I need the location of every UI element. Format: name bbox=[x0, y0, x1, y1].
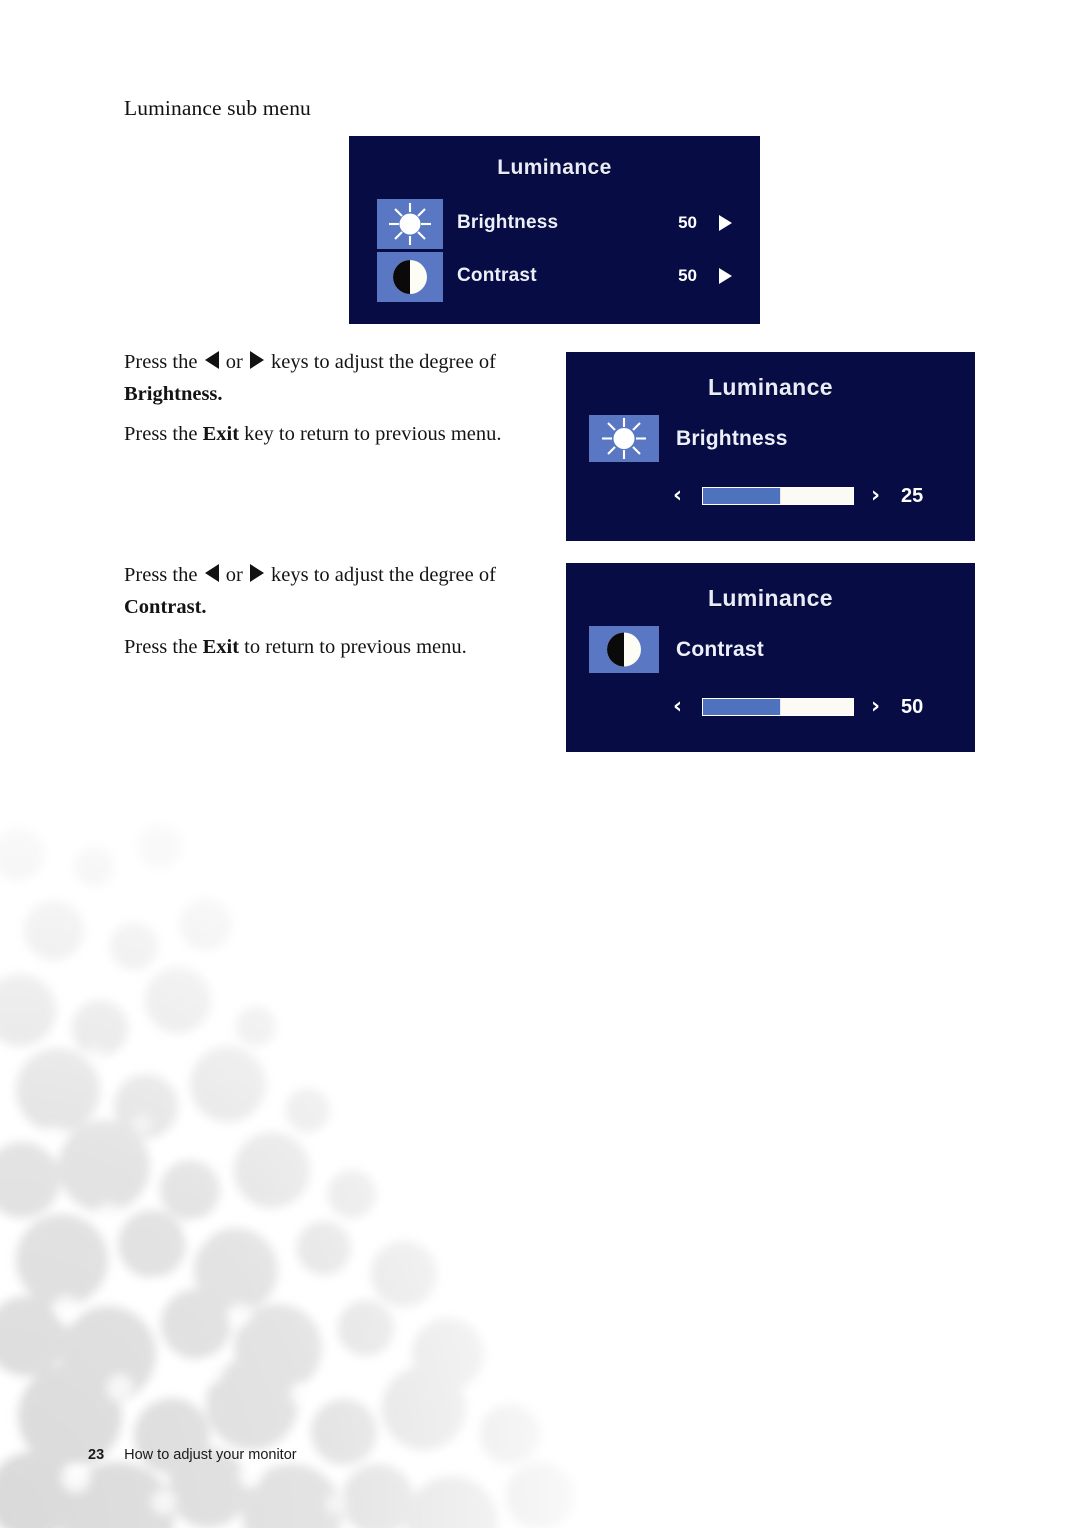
caret-right-icon[interactable] bbox=[719, 215, 732, 231]
manual-page: Luminance sub menu Luminance Brightness … bbox=[0, 0, 1080, 1528]
footer-page-number: 23 bbox=[88, 1447, 105, 1463]
osd-contrast-label: Contrast bbox=[676, 638, 764, 661]
caret-right-icon[interactable] bbox=[719, 268, 732, 284]
slider-increase-arrow-icon[interactable]: › bbox=[871, 484, 880, 508]
brightness-slider-track[interactable] bbox=[702, 487, 854, 505]
contrast-half-circle-icon bbox=[589, 626, 659, 673]
brightness-sun-icon bbox=[589, 415, 659, 462]
osd-luminance-menu-panel: Luminance Brightness 50 Contrast 50 bbox=[349, 136, 760, 324]
instruction-subject-brightness: Brightness. bbox=[124, 383, 223, 405]
contrast-slider-value: 50 bbox=[901, 696, 924, 718]
osd-contrast-title: Luminance bbox=[707, 585, 833, 611]
osd-brightness-label: Brightness bbox=[676, 427, 788, 450]
contrast-slider[interactable]: ‹ › 50 bbox=[673, 694, 958, 720]
osd-brightness-title: Luminance bbox=[707, 374, 833, 400]
osd-menu-label-contrast: Contrast bbox=[457, 265, 537, 286]
brightness-slider[interactable]: ‹ › 25 bbox=[673, 483, 958, 509]
instruction-text-before: Press the bbox=[124, 351, 203, 373]
osd-menu-value-contrast: 50 bbox=[678, 266, 697, 285]
instruction-text-middle: or bbox=[220, 564, 248, 586]
instruction-text-before: Press the bbox=[124, 564, 203, 586]
brightness-sun-icon bbox=[377, 199, 443, 249]
osd-menu-row-contrast[interactable]: Contrast 50 bbox=[349, 252, 760, 302]
exit-key-label: Exit bbox=[202, 636, 240, 658]
instruction-line-contrast-adjust: Press the or keys to adjust the degree o… bbox=[124, 559, 544, 623]
page-footer: 23 How to adjust your monitor bbox=[88, 1447, 297, 1463]
instruction-text-after: keys to adjust the degree of bbox=[265, 351, 496, 373]
instruction-exit-after: to return to previous menu. bbox=[239, 636, 467, 658]
instruction-line-brightness-adjust: Press the or keys to adjust the degree o… bbox=[124, 346, 544, 410]
instruction-line-contrast-exit: Press the Exit to return to previous men… bbox=[124, 631, 544, 663]
left-arrow-key-icon bbox=[204, 564, 219, 582]
section-heading: Luminance sub menu bbox=[124, 96, 311, 120]
instruction-exit-before: Press the bbox=[124, 423, 203, 445]
contrast-slider-track[interactable] bbox=[702, 698, 854, 716]
osd-contrast-slider-panel: Luminance Contrast ‹ › 50 bbox=[566, 563, 975, 752]
slider-increase-arrow-icon[interactable]: › bbox=[871, 695, 880, 719]
osd-menu-label-brightness: Brightness bbox=[457, 212, 559, 233]
osd-menu-value-brightness: 50 bbox=[678, 213, 697, 232]
footer-chapter-title: How to adjust your monitor bbox=[124, 1447, 297, 1463]
instruction-text-after: keys to adjust the degree of bbox=[265, 564, 496, 586]
instructions-contrast: Press the or keys to adjust the degree o… bbox=[124, 559, 544, 663]
right-arrow-key-icon bbox=[249, 351, 264, 369]
osd-menu-title: Luminance bbox=[497, 156, 612, 179]
right-arrow-key-icon bbox=[249, 564, 264, 582]
brightness-slider-value: 25 bbox=[901, 485, 924, 507]
left-arrow-key-icon bbox=[204, 351, 219, 369]
instructions-brightness: Press the or keys to adjust the degree o… bbox=[124, 346, 544, 450]
instruction-line-brightness-exit: Press the Exit key to return to previous… bbox=[124, 418, 544, 450]
exit-key-label: Exit bbox=[202, 423, 240, 445]
osd-brightness-slider-panel: Luminance Brightness ‹ › 25 bbox=[566, 352, 975, 541]
slider-decrease-arrow-icon[interactable]: ‹ bbox=[673, 484, 682, 508]
instruction-exit-after: key to return to previous menu. bbox=[239, 423, 502, 445]
instruction-text-middle: or bbox=[220, 351, 248, 373]
osd-menu-row-brightness[interactable]: Brightness 50 bbox=[349, 199, 760, 249]
instruction-subject-contrast: Contrast. bbox=[124, 596, 207, 618]
contrast-slider-fill bbox=[703, 699, 781, 715]
instruction-exit-before: Press the bbox=[124, 636, 203, 658]
contrast-half-circle-icon bbox=[377, 252, 443, 302]
slider-decrease-arrow-icon[interactable]: ‹ bbox=[673, 695, 682, 719]
brightness-slider-fill bbox=[703, 488, 781, 504]
